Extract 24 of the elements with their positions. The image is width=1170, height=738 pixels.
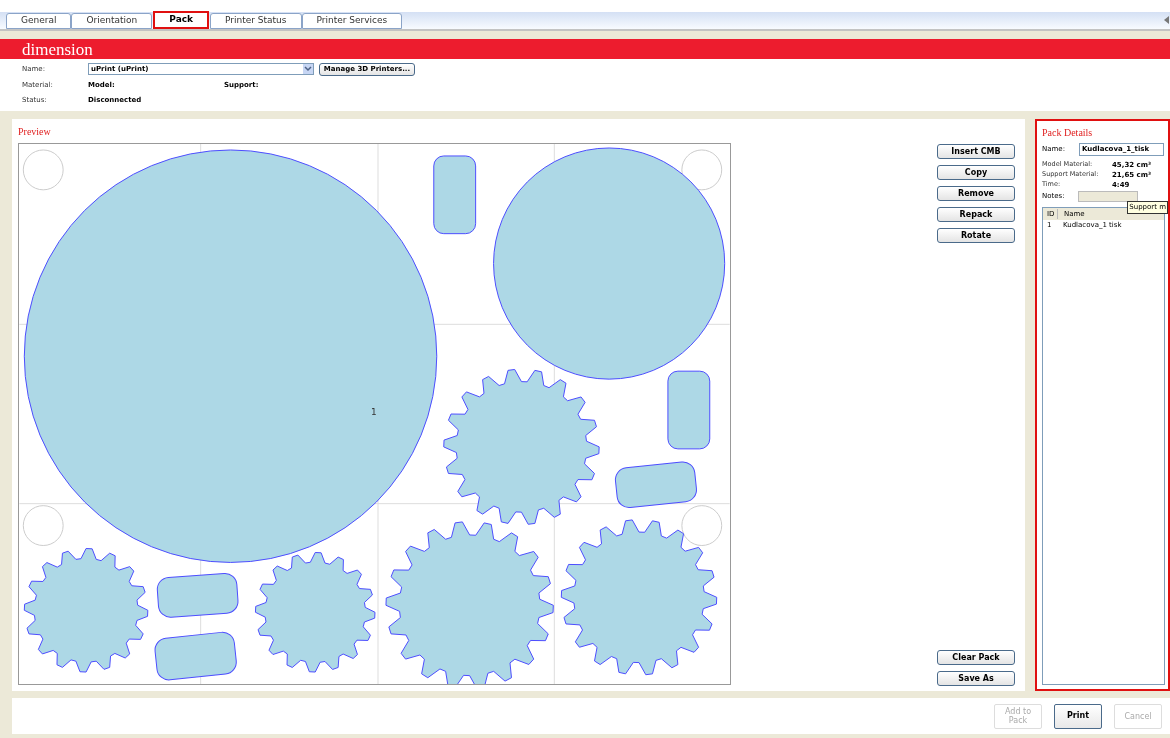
tab[interactable]: Pack (153, 11, 210, 29)
action-button[interactable]: Copy (937, 165, 1015, 180)
scroll-arrow-icon[interactable] (1164, 16, 1169, 24)
action-button[interactable]: Insert CMB (937, 144, 1015, 159)
brand-logo: dimension (22, 41, 93, 59)
action-button[interactable]: Rotate (937, 228, 1015, 243)
action-button[interactable]: Repack (937, 207, 1015, 222)
footer-button[interactable]: Print (1054, 703, 1102, 729)
corner-marker (22, 149, 64, 191)
tab[interactable]: Printer Status (210, 13, 302, 29)
action-button[interactable]: Remove (937, 186, 1015, 201)
notes-field[interactable] (1078, 191, 1138, 202)
corner-marker (22, 505, 64, 546)
tab[interactable]: Printer Services (301, 13, 403, 29)
pack-details-title: Pack Details (1042, 126, 1094, 140)
action-button[interactable]: Save As (937, 671, 1015, 686)
action-button[interactable]: Clear Pack (937, 650, 1015, 665)
corner-marker (681, 505, 723, 546)
preview-title: Preview (18, 125, 52, 139)
corner-marker (681, 149, 723, 191)
dropdown-caret-icon (303, 64, 313, 74)
part-number-label: 1 (371, 407, 377, 417)
tab[interactable]: General (6, 13, 72, 29)
tab[interactable]: Orientation (71, 13, 153, 29)
